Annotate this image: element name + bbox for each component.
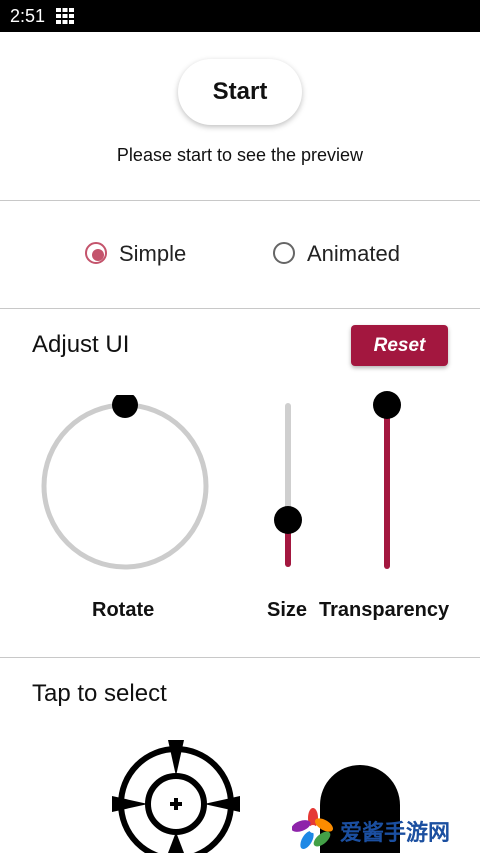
watermark: 爱酱手游网: [288, 806, 480, 850]
size-label: Size: [267, 599, 308, 621]
transparency-slider-track[interactable]: [384, 405, 390, 569]
divider: [0, 657, 480, 658]
preview-message: Please start to see the preview: [116, 145, 364, 165]
divider: [0, 200, 480, 201]
pinwheel-logo-icon: [292, 808, 334, 850]
crosshair-target-icon[interactable]: [108, 738, 244, 853]
rotate-dial-handle: [112, 395, 138, 418]
radio-simple-label: Simple: [119, 241, 187, 266]
rotate-label: Rotate: [92, 599, 155, 621]
radio-simple[interactable]: Simple: [85, 241, 195, 269]
grid-icon: [56, 8, 74, 24]
transparency-slider-thumb[interactable]: [373, 391, 401, 419]
rotate-dial[interactable]: [38, 395, 214, 575]
adjust-ui-title: Adjust UI: [32, 331, 130, 358]
divider: [0, 308, 480, 309]
radio-unchecked-icon: [273, 242, 295, 264]
tap-to-select-title: Tap to select: [32, 680, 167, 707]
radio-checked-icon: [85, 242, 107, 264]
start-button[interactable]: Start: [178, 59, 302, 125]
radio-animated[interactable]: Animated: [273, 241, 413, 269]
transparency-label: Transparency: [319, 599, 450, 621]
radio-dot: [92, 249, 104, 261]
status-time: 2:51: [10, 6, 46, 26]
reset-button[interactable]: Reset: [351, 325, 448, 366]
rotate-dial-ring: [41, 402, 209, 570]
status-bar: 2:51: [0, 0, 480, 32]
watermark-text: 爱酱手游网: [340, 820, 451, 845]
radio-animated-label: Animated: [307, 241, 400, 266]
size-slider-thumb[interactable]: [274, 506, 302, 534]
